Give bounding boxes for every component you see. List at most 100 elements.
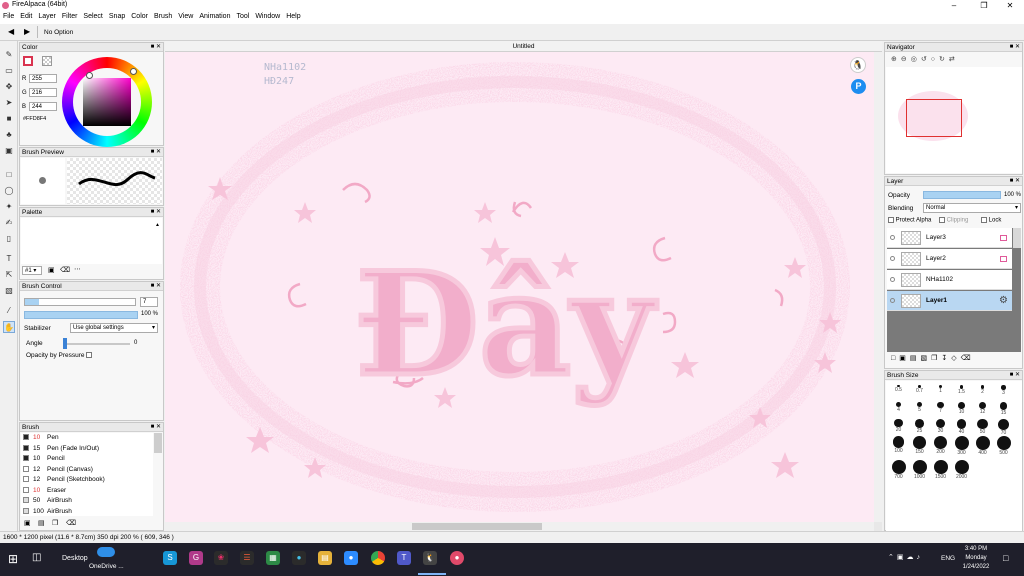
layer-list-scrollbar[interactable] [1013, 228, 1021, 248]
panel-close-icon[interactable]: ■ ✕ [151, 423, 161, 432]
minimize-button[interactable]: – [940, 0, 968, 11]
brush-size-option[interactable]: 12 [972, 402, 993, 415]
brush-size-option[interactable]: 200 [930, 436, 951, 455]
document-tab[interactable]: Untitled [165, 41, 882, 52]
r-input[interactable]: 255 [29, 74, 57, 83]
select-eraser-icon[interactable]: ▯ [3, 233, 15, 245]
select-arrow-icon[interactable]: ➤ [3, 97, 15, 109]
brush-size-option[interactable]: 0.5 [888, 385, 909, 393]
lock-option[interactable]: Lock [981, 217, 1001, 224]
panel-close-icon[interactable]: ■ ✕ [151, 43, 161, 52]
angle-slider-handle[interactable] [63, 338, 67, 349]
browser-app-icon[interactable]: ● [450, 551, 464, 565]
brush-item[interactable]: 10 Pen [23, 433, 153, 444]
menu-snap[interactable]: Snap [106, 11, 128, 20]
brush-size-option[interactable]: 700 [888, 460, 909, 480]
brush-item[interactable]: 100 AirBrush [23, 507, 153, 517]
onedrive-icon[interactable] [97, 547, 115, 557]
brush-duplicate-icon[interactable]: ❐ [52, 519, 58, 527]
pen-tool-icon[interactable]: ✎ [3, 49, 15, 61]
angle-slider-track[interactable] [64, 343, 130, 345]
new-folder-icon[interactable]: ▧ [920, 355, 931, 362]
brush-size-option[interactable]: 100 [888, 436, 909, 454]
secondary-color-swatch[interactable] [42, 56, 52, 66]
menu-tool[interactable]: Tool [233, 11, 252, 20]
skype-icon[interactable]: S [163, 551, 177, 565]
g-input[interactable]: 216 [29, 88, 57, 97]
drawing-canvas[interactable]: Đây NHa1102 HĐ247 🐧 P [165, 52, 874, 522]
text-tool-icon[interactable]: T [3, 253, 15, 265]
wifi-app-icon[interactable]: ☰ [240, 551, 254, 565]
app-green-icon[interactable]: ▦ [266, 551, 280, 565]
brush-item[interactable]: 10 Eraser [23, 486, 153, 497]
palette-swatch-area[interactable] [21, 218, 162, 264]
clear-layer-icon[interactable]: ◇ [951, 355, 960, 362]
brush-size-slider[interactable] [24, 298, 136, 306]
app-spiral-icon[interactable]: ❀ [214, 551, 228, 565]
operation-tool-icon[interactable]: ⇱ [3, 269, 15, 281]
zoom-fit-icon[interactable]: ◎ [911, 56, 921, 63]
layer-row-nha1102[interactable]: NHa1102 [887, 270, 1012, 290]
close-button[interactable]: ✕ [996, 0, 1024, 11]
panel-close-icon[interactable]: ■ ✕ [151, 148, 161, 157]
brush-add-icon[interactable]: ▣ [24, 519, 31, 527]
menu-filter[interactable]: Filter [59, 11, 81, 20]
rotate-left-icon[interactable]: ↺ [921, 56, 931, 63]
menu-select[interactable]: Select [80, 11, 105, 20]
new-layer-icon[interactable]: □ [891, 355, 899, 362]
brush-size-option[interactable]: 1.5 [951, 385, 972, 395]
zoom-in-icon[interactable]: ⊕ [891, 56, 901, 63]
desktop-label[interactable]: Desktop [62, 555, 88, 562]
menu-color[interactable]: Color [128, 11, 151, 20]
menu-edit[interactable]: Edit [17, 11, 35, 20]
brush-opacity-slider[interactable] [24, 311, 138, 319]
file-explorer-icon[interactable]: ▤ [318, 551, 332, 565]
network-icon[interactable]: ☁ [907, 554, 917, 561]
duplicate-layer-icon[interactable]: ❐ [931, 355, 941, 362]
brush-size-option[interactable]: 5 [909, 402, 930, 413]
brush-size-option[interactable]: 10 [951, 402, 972, 415]
clipping-checkbox[interactable] [939, 217, 945, 223]
panel-close-icon[interactable]: ■ ✕ [1010, 371, 1020, 380]
horizontal-scrollbar[interactable] [165, 522, 874, 531]
brush-size-option[interactable]: 2000 [951, 460, 972, 480]
brush-delete-icon[interactable]: ⌫ [66, 519, 76, 527]
brush-size-input[interactable]: 7 [140, 297, 158, 307]
app-g-icon[interactable]: G [189, 551, 203, 565]
menu-help[interactable]: Help [283, 11, 303, 20]
b-input[interactable]: 244 [29, 102, 57, 111]
menu-animation[interactable]: Animation [196, 11, 233, 20]
chrome-icon[interactable] [371, 551, 385, 565]
visibility-eye-icon[interactable] [890, 235, 895, 240]
fill-tool-icon[interactable]: ■ [3, 113, 15, 125]
protect-alpha-option[interactable]: Protect Alpha [888, 217, 931, 224]
brush-item[interactable]: 10 Pencil [23, 454, 153, 465]
menu-window[interactable]: Window [252, 11, 283, 20]
brush-size-option[interactable]: 400 [972, 436, 993, 456]
prev-frame-icon[interactable]: ◀ [8, 27, 14, 36]
brush-folder-icon[interactable]: ▤ [38, 519, 45, 527]
clipping-option[interactable]: Clipping [939, 217, 968, 224]
protect-alpha-checkbox[interactable] [888, 217, 894, 223]
visibility-eye-icon[interactable] [890, 277, 895, 282]
eraser-tool-icon[interactable]: ▭ [3, 65, 15, 77]
layer-opacity-slider[interactable] [923, 191, 1001, 199]
brush-size-option[interactable]: 70 [993, 419, 1014, 436]
divide-tool-icon[interactable]: ▧ [3, 285, 15, 297]
layer-row-layer1[interactable]: Layer1 ⚙ [887, 291, 1012, 311]
menu-layer[interactable]: Layer [35, 11, 59, 20]
brush-list-scrollbar[interactable] [154, 433, 162, 453]
palette-scroll-up-icon[interactable]: ▲ [155, 222, 160, 228]
palette-selector[interactable]: #1 ▾ [22, 266, 42, 275]
brush-size-option[interactable]: 300 [951, 436, 972, 456]
lock-checkbox[interactable] [981, 217, 987, 223]
brush-size-option[interactable]: 20 [888, 419, 909, 433]
stabilizer-select[interactable]: Use global settings ▾ [70, 323, 158, 333]
menu-view[interactable]: View [175, 11, 196, 20]
palette-add-icon[interactable]: ▣ [48, 266, 55, 274]
brush-size-option[interactable]: 150 [909, 436, 930, 455]
windows-start-icon[interactable]: ⊞ [8, 552, 18, 566]
opacity-by-pressure-checkbox[interactable] [86, 352, 93, 359]
task-view-icon[interactable]: ◫ [32, 552, 41, 563]
gradient-tool-icon[interactable]: ▣ [3, 145, 15, 157]
